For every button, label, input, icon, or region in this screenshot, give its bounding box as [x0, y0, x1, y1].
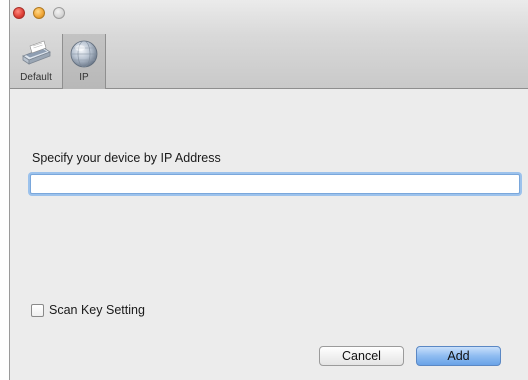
scan-key-setting-label: Scan Key Setting: [49, 303, 145, 317]
toolbar: Default IP: [10, 0, 528, 89]
scanner-icon: [22, 40, 51, 65]
toolbar-item-default-label: Default: [20, 72, 52, 83]
network-globe-icon: [70, 40, 98, 68]
scan-key-setting-checkbox[interactable]: [31, 303, 44, 317]
minimize-window-button[interactable]: [33, 7, 45, 19]
zoom-window-button[interactable]: [53, 7, 65, 19]
close-window-button[interactable]: [13, 7, 25, 19]
app-window: Default IP Specify your device by IP Add…: [9, 0, 528, 380]
ip-address-input[interactable]: [30, 174, 520, 194]
toolbar-item-default[interactable]: Default: [10, 34, 62, 89]
add-button[interactable]: Add: [416, 346, 501, 366]
toolbar-item-ip-label: IP: [79, 72, 89, 83]
ip-address-label: Specify your device by IP Address: [32, 151, 221, 165]
cancel-button[interactable]: Cancel: [319, 346, 404, 366]
toolbar-item-ip[interactable]: IP: [62, 34, 106, 89]
scan-key-setting-row[interactable]: Scan Key Setting: [31, 302, 145, 318]
main-content: Specify your device by IP Address Scan K…: [10, 89, 528, 380]
